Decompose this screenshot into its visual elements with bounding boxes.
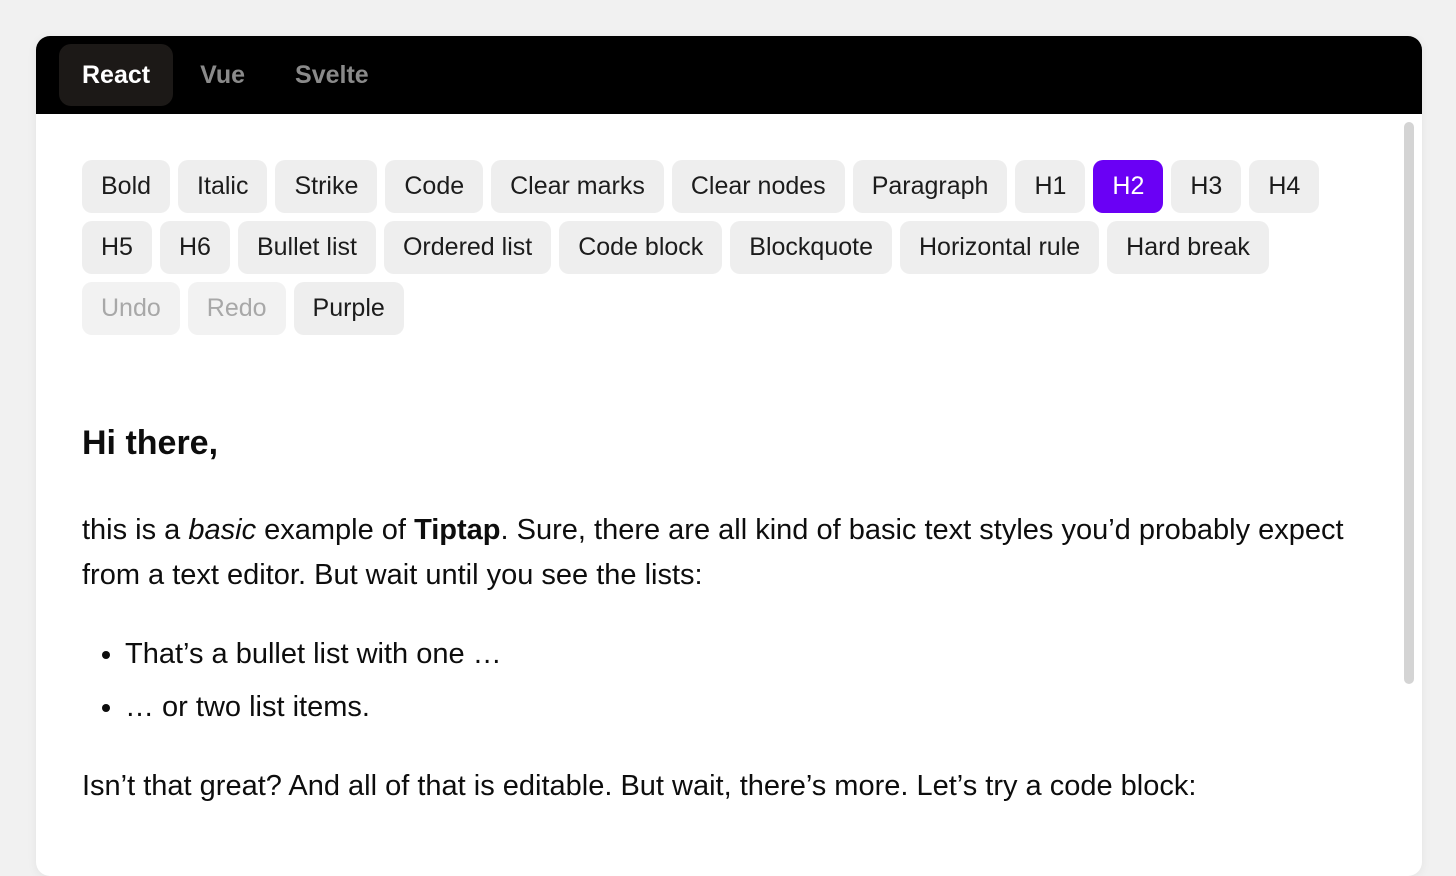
paragraph-text: example of [256, 513, 415, 546]
blockquote-button[interactable]: Blockquote [730, 221, 892, 274]
list-item[interactable]: That’s a bullet list with one … [125, 628, 1362, 681]
horizontal-rule-button[interactable]: Horizontal rule [899, 221, 1100, 274]
bold-button[interactable]: Bold [82, 160, 171, 213]
tab-svelte[interactable]: Svelte [272, 44, 392, 106]
editor-paragraph-more[interactable]: Isn’t that great? And all of that is edi… [82, 764, 1362, 809]
framework-tabbar: React Vue Svelte [36, 36, 1422, 114]
editor-heading[interactable]: Hi there, [82, 423, 1362, 464]
editor-paragraph-intro[interactable]: this is a basic example of Tiptap. Sure,… [82, 508, 1362, 598]
h6-button[interactable]: H6 [159, 221, 230, 274]
editor-card: React Vue Svelte Bold Italic Strike Code… [36, 36, 1422, 876]
bold-text: Tiptap [414, 513, 501, 546]
clear-marks-button[interactable]: Clear marks [491, 160, 664, 213]
rich-text-editor[interactable]: Hi there, this is a basic example of Tip… [82, 423, 1362, 809]
redo-button[interactable]: Redo [187, 282, 286, 335]
h1-button[interactable]: H1 [1015, 160, 1086, 213]
italic-button[interactable]: Italic [178, 160, 268, 213]
paragraph-text: this is a [82, 513, 189, 546]
vertical-scrollbar[interactable] [1404, 122, 1414, 684]
h5-button[interactable]: H5 [82, 221, 152, 274]
bullet-list-button[interactable]: Bullet list [237, 221, 376, 274]
list-item[interactable]: … or two list items. [125, 681, 1362, 734]
tab-react[interactable]: React [59, 44, 174, 106]
clear-nodes-button[interactable]: Clear nodes [671, 160, 845, 213]
h4-button[interactable]: H4 [1249, 160, 1320, 213]
strike-button[interactable]: Strike [275, 160, 378, 213]
code-button[interactable]: Code [385, 160, 484, 213]
ordered-list-button[interactable]: Ordered list [383, 221, 552, 274]
hard-break-button[interactable]: Hard break [1107, 221, 1269, 274]
purple-button[interactable]: Purple [293, 282, 404, 335]
code-block-button[interactable]: Code block [559, 221, 723, 274]
italic-text: basic [188, 513, 257, 546]
tab-vue[interactable]: Vue [177, 44, 268, 106]
paragraph-button[interactable]: Paragraph [852, 160, 1008, 213]
formatting-toolbar: Bold Italic Strike Code Clear marks Clea… [82, 160, 1362, 335]
h3-button[interactable]: H3 [1171, 160, 1242, 213]
h2-button[interactable]: H2 [1093, 160, 1164, 213]
bullet-list: That’s a bullet list with one … … or two… [82, 628, 1362, 734]
editor-content-area: Bold Italic Strike Code Clear marks Clea… [82, 160, 1362, 809]
undo-button[interactable]: Undo [82, 282, 180, 335]
